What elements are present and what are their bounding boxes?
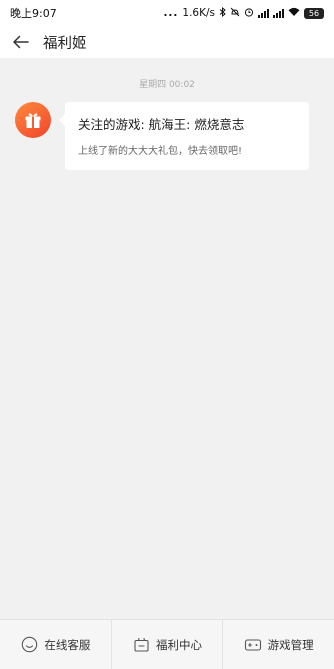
- message-body: 上线了新的大大大礼包，快去领取吧!: [78, 146, 243, 157]
- back-arrow-icon: [12, 35, 29, 49]
- bottom-tab-bar: 在线客服 福利中心 游戏管理: [0, 619, 334, 669]
- signal-icon: [258, 8, 269, 18]
- message-bubble[interactable]: 关注的游戏: 航海王: 燃烧意志 上线了新的大大大礼包，快去领取吧!: [59, 102, 309, 170]
- smiley-icon: [20, 636, 38, 654]
- status-dots: ...: [163, 7, 179, 19]
- gamepad-icon: [244, 636, 262, 654]
- tab-label: 福利中心: [156, 637, 202, 652]
- header: 福利姬: [0, 26, 334, 58]
- tab-welfare-center[interactable]: 福利中心: [110, 620, 223, 669]
- signal-icon-2: [273, 8, 284, 18]
- status-time: 晚上9:07: [10, 7, 57, 20]
- page-title: 福利姬: [43, 35, 87, 52]
- tab-game-management[interactable]: 游戏管理: [222, 620, 334, 669]
- gift-box-outline-icon: [132, 636, 150, 654]
- message-title: 关注的游戏: 航海王: 燃烧意志: [78, 117, 245, 132]
- avatar: [15, 102, 51, 138]
- net-speed: 1.6K/s: [182, 7, 215, 19]
- back-button[interactable]: [0, 26, 40, 58]
- status-bar: 晚上9:07 ... 1.6K/s 56: [0, 0, 334, 26]
- tab-label: 在线客服: [44, 637, 91, 652]
- mute-icon: [230, 7, 240, 20]
- message-timestamp: 星期四 00:02: [139, 80, 195, 90]
- wifi-icon: [288, 7, 300, 20]
- battery-icon: 56: [304, 7, 324, 19]
- tab-online-service[interactable]: 在线客服: [0, 620, 111, 669]
- status-indicators: ... 1.6K/s 56: [163, 6, 324, 20]
- bluetooth-icon: [219, 6, 226, 20]
- alarm-icon: [244, 7, 254, 20]
- tab-label: 游戏管理: [267, 637, 314, 652]
- gift-icon: [25, 113, 41, 128]
